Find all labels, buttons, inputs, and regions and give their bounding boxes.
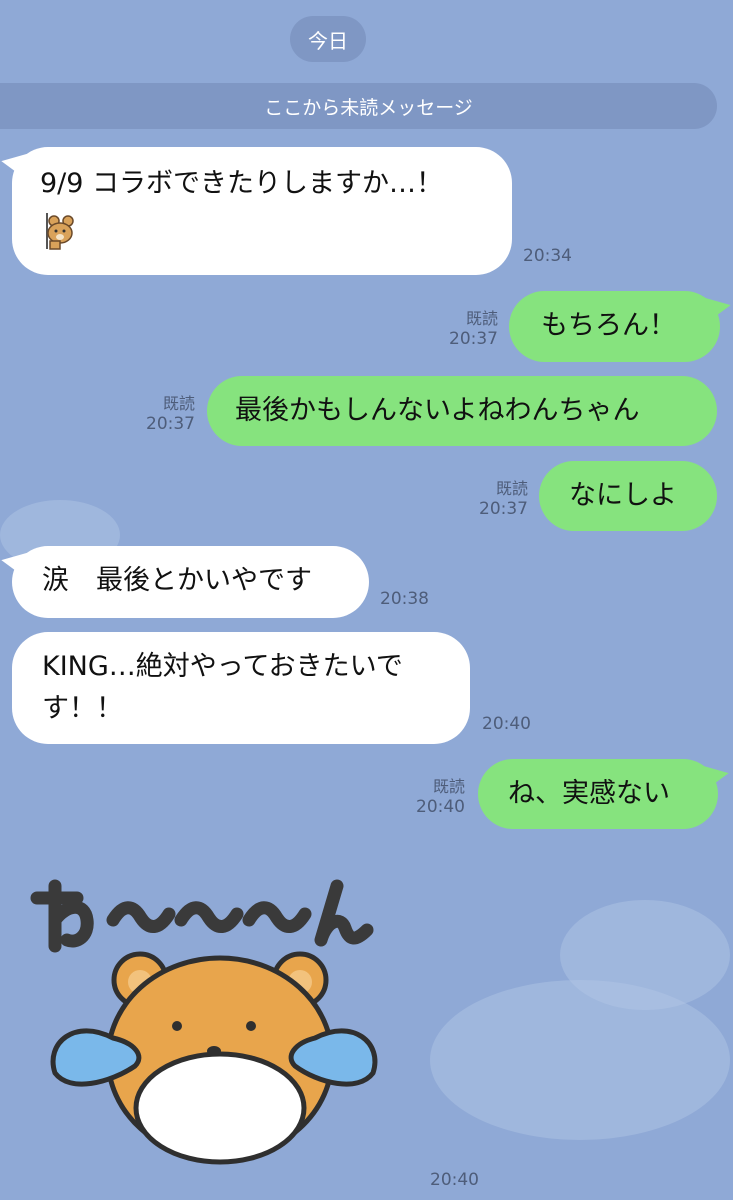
crying-bear-sticker[interactable] bbox=[15, 868, 415, 1168]
message-meta: 20:38 bbox=[380, 589, 429, 610]
message-bubble-outgoing[interactable]: もちろん！ bbox=[509, 291, 720, 362]
message-bubble-incoming[interactable]: KING…絶対やっておきたいで す！！ bbox=[12, 632, 470, 744]
background-cloud bbox=[560, 900, 730, 1010]
message-text: なにしよ bbox=[569, 480, 677, 511]
message-text: 最後かもしんないよねわんちゃん bbox=[235, 395, 640, 426]
read-receipt: 既読 bbox=[465, 309, 498, 328]
message-bubble-outgoing[interactable]: 最後かもしんないよねわんちゃん bbox=[207, 376, 717, 446]
message-text: 涙 最後とかいやです bbox=[42, 565, 312, 596]
sticker-lettering bbox=[30, 879, 374, 953]
message-meta: 20:40 bbox=[430, 1170, 479, 1191]
message-bubble-incoming[interactable]: 涙 最後とかいやです bbox=[12, 546, 369, 618]
message-text-line-1: KING…絶対やっておきたいで bbox=[42, 651, 403, 682]
message-meta: 既読 20:37 bbox=[133, 393, 195, 435]
read-receipt: 既読 bbox=[495, 479, 528, 498]
message-text: ね、実感ない bbox=[508, 778, 670, 809]
message-time: 20:38 bbox=[380, 589, 429, 609]
message-time: 20:40 bbox=[482, 714, 531, 734]
message-time: 20:40 bbox=[416, 797, 465, 817]
message-time: 20:37 bbox=[146, 414, 195, 434]
message-time: 20:34 bbox=[523, 246, 572, 266]
message-bubble-outgoing[interactable]: なにしよ bbox=[539, 461, 717, 531]
message-bubble-incoming[interactable]: 9/9 コラボできたりしますか…！ bbox=[12, 147, 512, 275]
message-meta: 20:40 bbox=[482, 714, 531, 735]
message-meta: 既読 20:37 bbox=[436, 308, 498, 350]
bear-emoji-icon bbox=[46, 213, 74, 250]
message-bubble-outgoing[interactable]: ね、実感ない bbox=[478, 759, 718, 829]
message-time: 20:37 bbox=[449, 329, 498, 349]
message-time: 20:40 bbox=[430, 1170, 479, 1190]
message-meta: 20:34 bbox=[523, 246, 572, 267]
message-text-line-2: す！！ bbox=[42, 693, 123, 724]
bear-character bbox=[50, 951, 378, 1165]
date-separator: 今日 bbox=[290, 16, 366, 62]
chat-view: 今日 ここから未読メッセージ 9/9 コラボできたりしますか…！ 20:34 既… bbox=[0, 0, 733, 1200]
message-text: 9/9 コラボできたりしますか…！ bbox=[40, 168, 444, 199]
message-text: もちろん！ bbox=[541, 310, 676, 341]
message-time: 20:37 bbox=[479, 499, 528, 519]
message-meta: 既読 20:40 bbox=[403, 776, 465, 818]
background-cloud bbox=[430, 980, 730, 1140]
read-receipt: 既読 bbox=[162, 394, 195, 413]
read-receipt: 既読 bbox=[432, 777, 465, 796]
message-meta: 既読 20:37 bbox=[466, 478, 528, 520]
unread-divider: ここから未読メッセージ bbox=[0, 83, 717, 129]
